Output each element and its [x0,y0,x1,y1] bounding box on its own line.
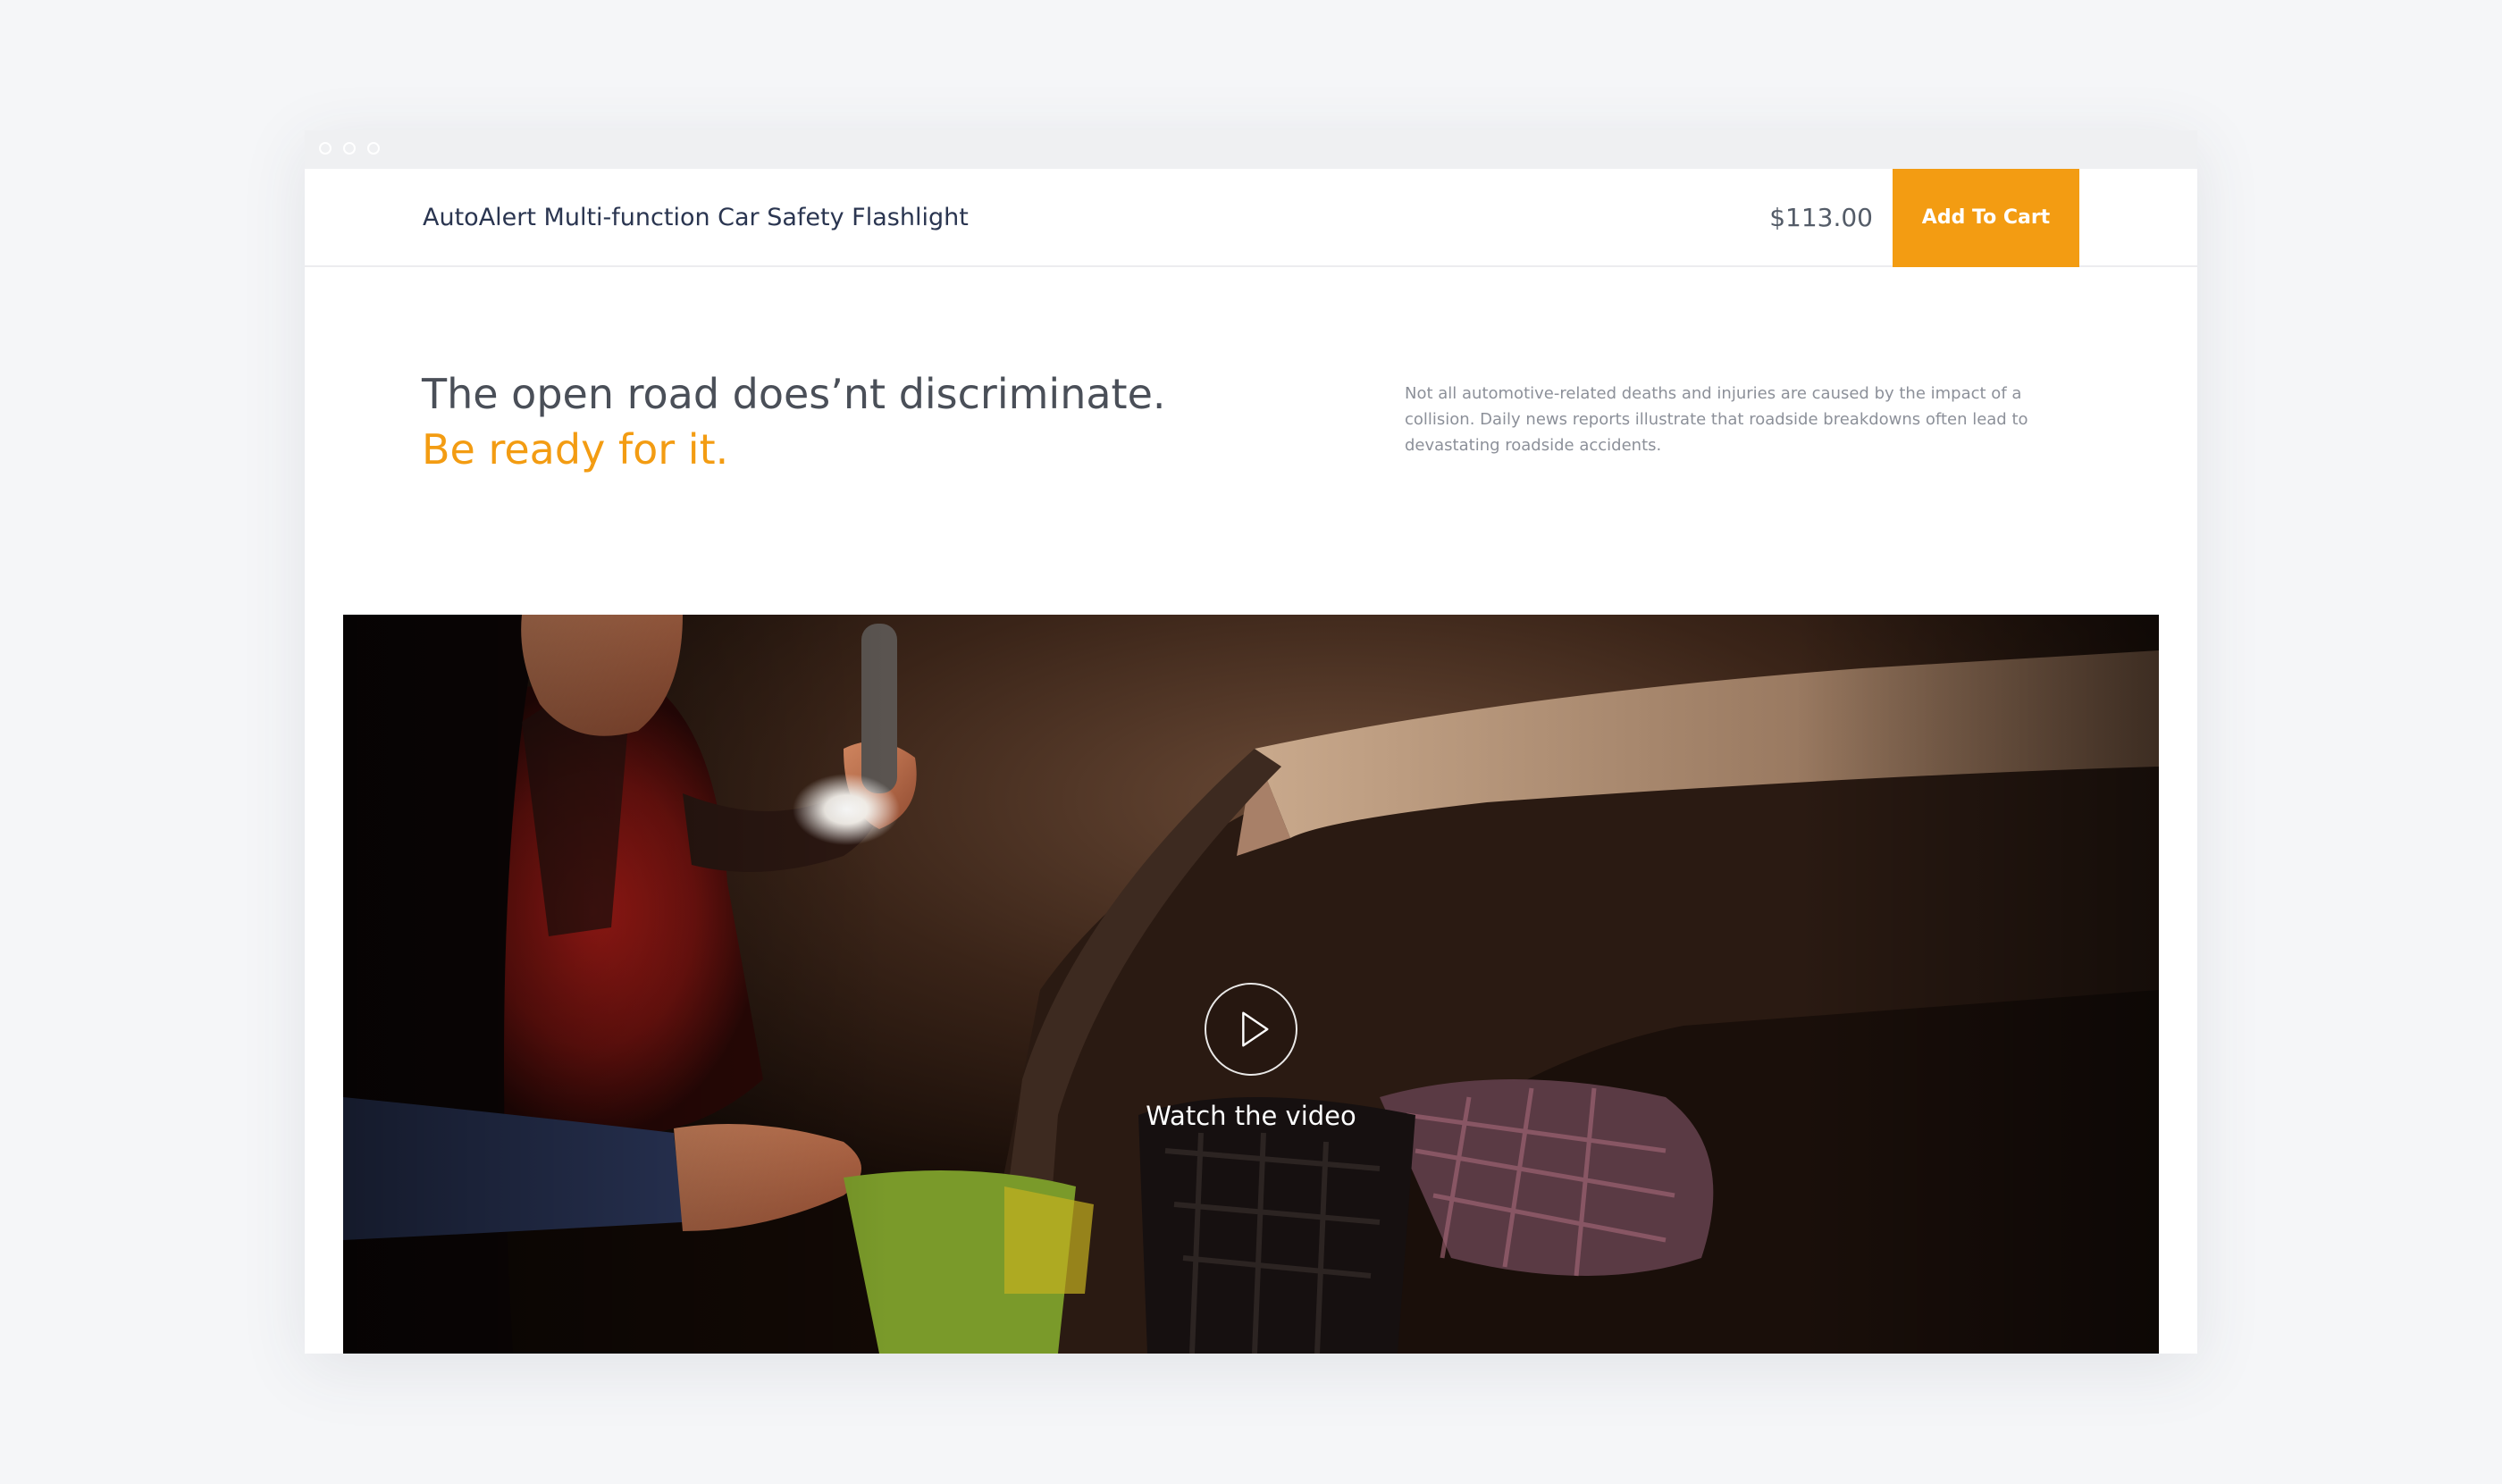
browser-window: AutoAlert Multi-function Car Safety Flas… [305,130,2197,1354]
intro-paragraph: Not all automotive-related deaths and in… [1405,384,2028,455]
product-bar: AutoAlert Multi-function Car Safety Flas… [305,169,2197,267]
video-player[interactable]: Watch the video [343,615,2159,1354]
headline-line-2: Be ready for it. [422,425,729,474]
window-titlebar [305,130,2197,169]
product-price: $113.00 [1769,203,1873,232]
product-name: AutoAlert Multi-function Car Safety Flas… [423,204,969,231]
headline-line-1: The open road does’nt discriminate. [422,370,1166,418]
hero-headline: The open road does’nt discriminate. Be r… [422,366,1226,477]
watch-video-label[interactable]: Watch the video [1072,1101,1430,1131]
add-to-cart-button[interactable]: Add To Cart [1893,169,2079,267]
play-button[interactable] [1205,983,1297,1076]
play-icon [1242,1011,1269,1047]
window-minimize-dot[interactable] [343,142,356,155]
window-maximize-dot[interactable] [367,142,380,155]
window-close-dot[interactable] [319,142,332,155]
